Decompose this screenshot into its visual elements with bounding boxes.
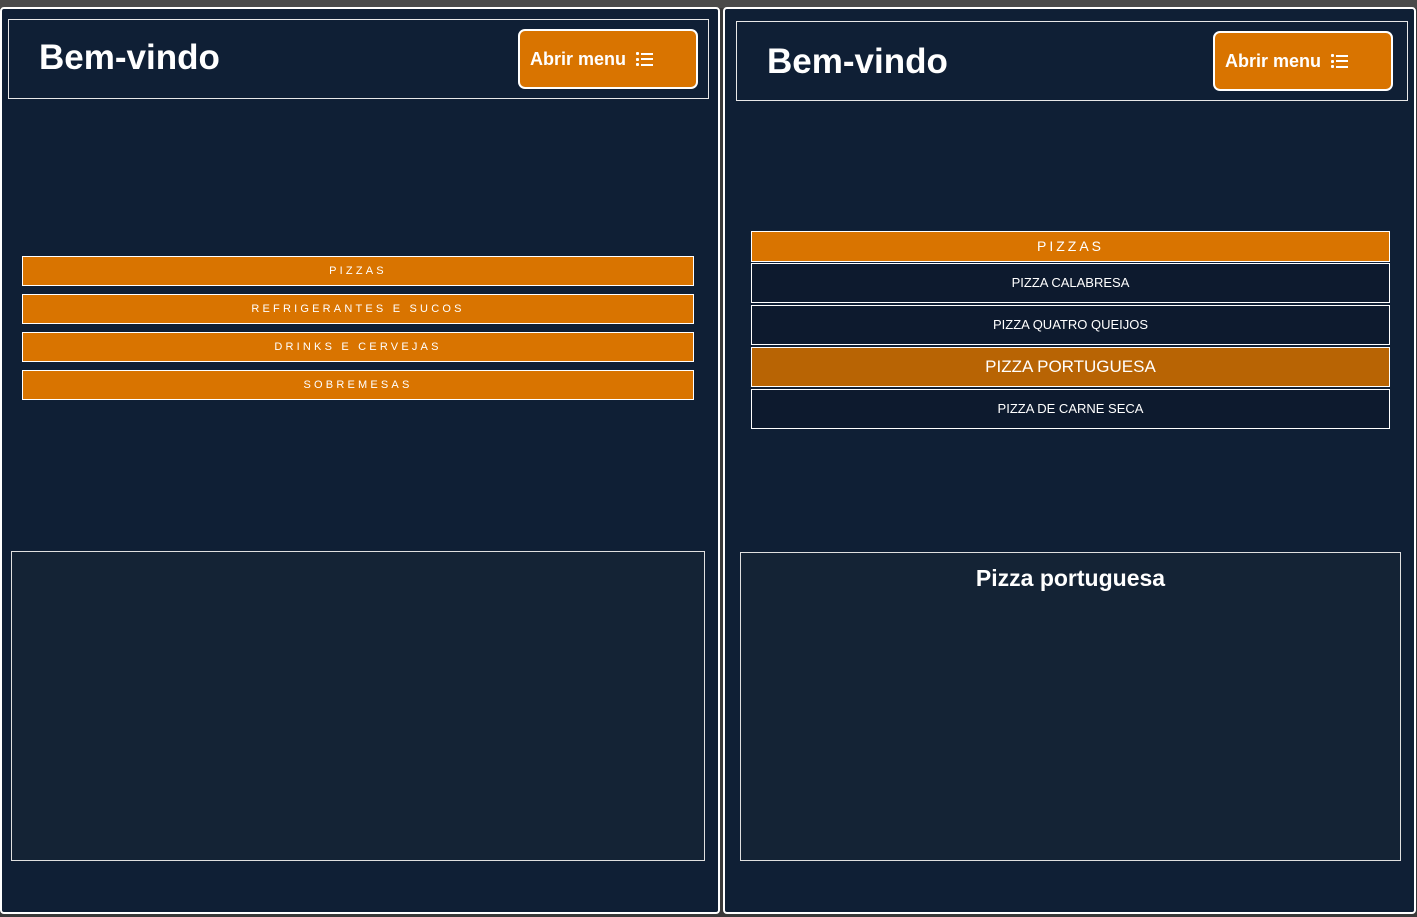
open-menu-button[interactable]: Abrir menu <box>1213 31 1393 91</box>
menu-item-pizza-portuguesa[interactable]: PIZZA PORTUGUESA <box>751 347 1390 387</box>
category-desserts-button[interactable]: SOBREMESAS <box>22 370 694 400</box>
category-pizzas-header[interactable]: PIZZAS <box>751 231 1390 262</box>
category-pizzas-button[interactable]: PIZZAS <box>22 256 694 286</box>
header: Bem-vindo Abrir menu <box>8 19 709 99</box>
left-view: Bem-vindo Abrir menu PIZZAS REFRIGERANTE… <box>0 7 720 914</box>
category-drinks-beers-button[interactable]: DRINKS E CERVEJAS <box>22 332 694 362</box>
list-icon <box>636 52 654 66</box>
menu-item-pizza-carne-seca[interactable]: PIZZA DE CARNE SECA <box>751 389 1390 429</box>
page-title: Bem-vindo <box>767 42 948 81</box>
detail-panel: Pizza portuguesa <box>740 552 1401 861</box>
open-menu-button[interactable]: Abrir menu <box>518 29 698 89</box>
list-icon <box>1331 54 1349 68</box>
detail-title: Pizza portuguesa <box>975 565 1166 591</box>
header: Bem-vindo Abrir menu <box>736 21 1408 101</box>
category-drinks-juices-button[interactable]: REFRIGERANTES E SUCOS <box>22 294 694 324</box>
open-menu-label: Abrir menu <box>530 48 627 69</box>
menu-item-pizza-calabresa[interactable]: PIZZA CALABRESA <box>751 263 1390 303</box>
detail-panel <box>11 551 705 861</box>
right-view: Bem-vindo Abrir menu PIZZAS PIZZA CALABR… <box>723 7 1416 914</box>
menu-item-pizza-quatro-queijos[interactable]: PIZZA QUATRO QUEIJOS <box>751 305 1390 345</box>
page-title: Bem-vindo <box>39 38 220 77</box>
open-menu-label: Abrir menu <box>1225 50 1322 71</box>
